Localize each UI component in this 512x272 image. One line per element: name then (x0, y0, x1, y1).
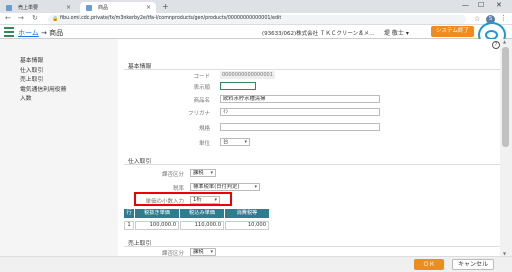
scroll-up-icon[interactable]: ▲ (503, 39, 506, 44)
address-bar-row: ← → ↻ 🔒 fibu.omi.cdc.private/fx/m3nkerby… (0, 13, 512, 25)
close-tab-icon[interactable]: × (66, 4, 71, 11)
unit-label: 単位 (198, 141, 210, 147)
grid-cell-incl-price[interactable]: 110,000.0 (180, 221, 224, 230)
help-icon[interactable]: ? (492, 41, 500, 49)
grid-cell-tax[interactable]: 10,000 (225, 221, 269, 230)
purchase-tax-rate-label: 税率 (172, 186, 184, 192)
scrollbar-thumb[interactable] (502, 47, 509, 147)
display-order-input[interactable] (220, 82, 256, 90)
purchase-tax-class-label: 課否区分 (161, 172, 184, 178)
sidebar-item-telecom[interactable]: 電気通信利用役務 (20, 84, 118, 94)
browser-tab-sales[interactable]: 売上単要 × (0, 2, 76, 13)
company-dropdown-icon[interactable]: ▾ (360, 29, 363, 35)
breadcrumb: ホーム → 商品 (18, 28, 63, 38)
grid-header-cell: 行 (124, 209, 134, 218)
app-header: ホーム → 商品 (93633/062)株式会社 ＴＫＣクリーン＆メ… ▾ 堤 … (0, 25, 512, 39)
hamburger-menu-icon[interactable] (4, 27, 14, 37)
breadcrumb-current: 商品 (49, 29, 64, 37)
furigana-label: フリガナ (187, 111, 210, 117)
grid-cell-excl-price[interactable]: 100,000.0 (135, 221, 179, 230)
cancel-button[interactable]: キャンセル (452, 259, 494, 270)
browser-tab-bar: 売上単要 × 商品 × + — ☐ ✕ (0, 0, 512, 13)
lock-icon: 🔒 (52, 16, 59, 22)
url-field[interactable]: 🔒 fibu.omi.cdc.private/fx/m3nkerby2e/tfa… (48, 15, 466, 24)
grid-cell-row: 1 (124, 221, 134, 230)
company-name[interactable]: (93633/062)株式会社 ＴＫＣクリーン＆メ… (262, 29, 375, 37)
reload-icon[interactable]: ↻ (32, 14, 38, 22)
favicon-icon (6, 5, 12, 11)
code-label: コード (193, 74, 210, 80)
system-exit-button[interactable]: システム終了 (431, 26, 474, 37)
user-menu[interactable]: 堤 敬士 ▾ (384, 28, 409, 37)
breadcrumb-home-link[interactable]: ホーム (18, 29, 39, 37)
sidebar: 基本情報 仕入取引 売上取引 電気通信利用役務 入数 (0, 39, 118, 256)
grid-header-cell: 消費税等 (225, 209, 269, 218)
spec-label: 規格 (198, 126, 210, 132)
new-tab-button[interactable]: + (162, 2, 169, 11)
sidebar-item-basic-info[interactable]: 基本情報 (20, 55, 118, 65)
tab-title: 商品 (98, 5, 109, 11)
back-arrow-icon[interactable]: ← (5, 14, 11, 22)
divider (124, 164, 500, 165)
browser-menu-icon[interactable]: ⋮ (500, 14, 507, 22)
breadcrumb-separator: → (38, 29, 50, 37)
price-grid: 行 税抜き単価 税込み単価 消費税等 1 100,000.0 110,000.0… (124, 209, 304, 230)
product-name-input[interactable]: 飲料水貯水槽清掃 (220, 95, 380, 103)
grid-header-cell: 税抜き単価 (135, 209, 179, 218)
window-close-icon[interactable]: ✕ (496, 1, 502, 9)
browser-tab-products[interactable]: 商品 × (80, 2, 156, 13)
furigana-input[interactable]: ｲﾝ (220, 108, 380, 116)
close-tab-icon[interactable]: × (146, 4, 151, 11)
purchase-tax-rate-select[interactable]: 標準税率(日付判定) (190, 183, 260, 191)
decimal-input-select[interactable]: 1桁 (190, 196, 220, 204)
unit-select[interactable]: 台 (220, 138, 250, 146)
sidebar-item-quantity[interactable]: 入数 (20, 93, 118, 103)
sales-tax-class-select[interactable]: 課税 (190, 248, 216, 256)
sidebar-item-purchase[interactable]: 仕入取引 (20, 65, 118, 75)
ok-button[interactable]: ＯＫ (414, 259, 444, 270)
grid-header-row: 行 税抜き単価 税込み単価 消費税等 (124, 209, 304, 218)
main-content: ? 基本情報 コード 0000000000000001 表示順 商品名 飲料水貯… (118, 39, 500, 257)
divider (124, 69, 500, 70)
sidebar-item-sales[interactable]: 売上取引 (20, 74, 118, 84)
forward-arrow-icon[interactable]: → (18, 14, 24, 22)
display-order-label: 表示順 (193, 85, 210, 91)
user-name: 堤 敬士 (384, 30, 404, 37)
purchase-tax-class-select[interactable]: 課税 (190, 169, 216, 177)
favicon-icon (86, 5, 92, 11)
table-row: 1 100,000.0 110,000.0 10,000 (124, 221, 304, 230)
grid-header-cell: 税込み単価 (180, 209, 224, 218)
maximize-icon[interactable]: ☐ (478, 1, 484, 9)
url-text: fibu.omi.cdc.private/fx/m3nkerby2e/tfa-l… (60, 16, 282, 21)
tab-title: 売上単要 (18, 5, 39, 11)
bookmark-star-icon[interactable]: ☆ (474, 15, 480, 23)
spec-input[interactable] (220, 123, 380, 131)
product-name-label: 商品名 (193, 98, 210, 104)
scrollbar[interactable]: ▲ ▼ (500, 39, 512, 256)
decimal-input-label: 単価の小数入力 (145, 199, 184, 205)
code-value: 0000000000000001 (220, 71, 275, 79)
divider (124, 246, 500, 247)
footer-bar: ＯＫ キャンセル (0, 256, 512, 272)
chevron-down-icon: ▾ (405, 30, 409, 37)
minimize-icon[interactable]: — (462, 1, 469, 9)
